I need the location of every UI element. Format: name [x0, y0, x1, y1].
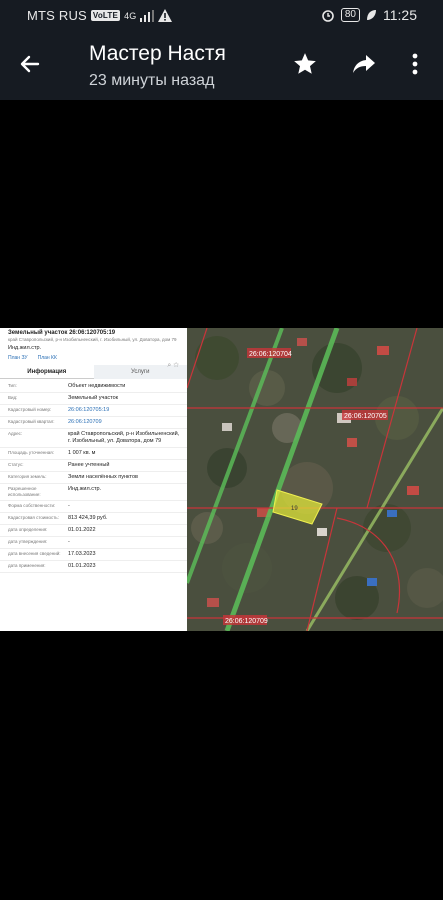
- info-row: Адрес: край Ставропольский, р-н Изобильне…: [0, 429, 187, 448]
- app-bar: Мастер Настя 23 минуты назад: [0, 32, 443, 100]
- info-value: 1 007 кв. м: [68, 450, 96, 456]
- clock: 11:25: [383, 7, 417, 23]
- alarm-icon: [322, 10, 334, 22]
- info-row: Площадь уточненная: 1 007 кв. м: [0, 448, 187, 460]
- info-row: дата применения: 01.01.2023: [0, 561, 187, 573]
- info-label: Категория земель:: [8, 474, 47, 479]
- panel-tool-icons: ⌕ ☆: [167, 362, 179, 370]
- info-tabs: Информация Услуги: [0, 365, 187, 379]
- info-row: Кадастровая стоимость: 813 424,39 руб.: [0, 513, 187, 525]
- info-value: Инд.жил.стр.: [68, 486, 102, 492]
- info-row: Кадастровый номер: 26:06:120705:19: [0, 405, 187, 417]
- info-label: Разрешенное использование:: [8, 486, 41, 497]
- info-value: 17.03.2023: [68, 551, 96, 557]
- info-label: Кадастровая стоимость:: [8, 515, 59, 520]
- info-value: край Ставропольский, р-н Изобильненский,…: [68, 431, 180, 444]
- info-label: Кадастровый номер:: [8, 407, 52, 412]
- info-label: Форма собственности:: [8, 503, 56, 508]
- network-type: 4G: [124, 10, 137, 21]
- info-label: Кадастровый квартал:: [8, 419, 55, 424]
- info-value: -: [68, 539, 70, 545]
- plan-links: План ЗУ План КК: [0, 353, 187, 363]
- map-label-block-1: 26:06:120704: [249, 351, 292, 358]
- info-row: Кадастровый квартал: 26:06:120709: [0, 417, 187, 429]
- info-value: 813 424,39 руб.: [68, 515, 108, 521]
- info-label: Тип:: [8, 383, 17, 388]
- info-row: дата определения: 01.01.2022: [0, 525, 187, 537]
- battery-indicator: 80: [340, 8, 360, 22]
- info-label: дата утверждения:: [8, 539, 48, 544]
- info-label: дата применения:: [8, 563, 46, 568]
- parcel-heading: Земельный участок 26:06:120705:19: [8, 330, 116, 336]
- info-row: Тип: Объект недвижимости: [0, 381, 187, 393]
- info-label: Площадь уточненная:: [8, 450, 54, 455]
- info-row: Статус: Ранее учтенный: [0, 460, 187, 472]
- info-label: Статус:: [8, 462, 24, 467]
- map-label-block-3: 26:06:120709: [225, 618, 268, 625]
- info-value: 26:06:120709: [68, 419, 102, 425]
- status-bar: MTS RUS VoLTE 4G 80 11:25: [0, 0, 443, 32]
- info-value: Земельный участок: [68, 395, 119, 401]
- info-value: 26:06:120705:19: [68, 407, 110, 413]
- info-rows: Тип: Объект недвижимости Вид: Земельный уча…: [0, 381, 187, 573]
- info-value: 01.01.2022: [68, 527, 96, 533]
- share-icon[interactable]: [351, 52, 377, 76]
- info-label: дата внесения сведений:: [8, 551, 61, 556]
- carrier-info: MTS RUS VoLTE 4G: [27, 8, 173, 23]
- cadastral-info-panel: Земельный участок 26:06:120705:19 край С…: [0, 328, 187, 631]
- leaf-icon: [367, 10, 376, 20]
- parcel-use: Инд.жил.стр.: [8, 345, 42, 351]
- sender-name: Мастер Настя: [89, 42, 226, 65]
- shared-image[interactable]: Земельный участок 26:06:120705:19 край С…: [0, 328, 443, 631]
- info-row: Разрешенное использование: Инд.жил.стр.: [0, 484, 187, 501]
- search-icon: ⌕: [167, 362, 172, 369]
- info-value: -: [68, 503, 70, 509]
- tab-information: Информация: [0, 365, 94, 379]
- info-label: дата определения:: [8, 527, 48, 532]
- back-arrow-icon[interactable]: [18, 52, 42, 76]
- plan-zu-link: План ЗУ: [8, 355, 28, 361]
- map-label-parcel: 19: [291, 506, 298, 512]
- info-row: дата утверждения: -: [0, 537, 187, 549]
- info-value: Земли населённых пунктов: [68, 474, 138, 480]
- map-label-block-2: 26:06:120705: [344, 413, 387, 420]
- info-value: Ранее учтенный: [68, 462, 110, 468]
- info-value: Объект недвижимости: [68, 383, 126, 389]
- star-outline-icon: ☆: [173, 362, 179, 369]
- timestamp: 23 минуты назад: [89, 72, 215, 89]
- info-row: Вид: Земельный участок: [0, 393, 187, 405]
- info-label: Вид:: [8, 395, 18, 400]
- warning-icon: [158, 9, 173, 22]
- signal-icon: [140, 9, 155, 22]
- satellite-map: 26:06:120704 26:06:120705 26:06:120709 1…: [187, 328, 443, 631]
- info-value: 01.01.2023: [68, 563, 96, 569]
- parcel-address-line: край Ставропольский, р-н Изобильненский,…: [8, 337, 177, 342]
- more-options-icon[interactable]: [410, 52, 420, 76]
- star-icon[interactable]: [292, 51, 318, 77]
- volte-badge: VoLTE: [90, 10, 121, 21]
- info-row: Форма собственности: -: [0, 501, 187, 513]
- system-icons: 80 11:25: [321, 7, 417, 23]
- info-label: Адрес:: [8, 431, 23, 436]
- info-row: дата внесения сведений: 17.03.2023: [0, 549, 187, 561]
- carrier-name: MTS RUS: [27, 8, 87, 23]
- plan-kk-link: План КК: [37, 355, 57, 361]
- info-row: Категория земель: Земли населённых пункто…: [0, 472, 187, 484]
